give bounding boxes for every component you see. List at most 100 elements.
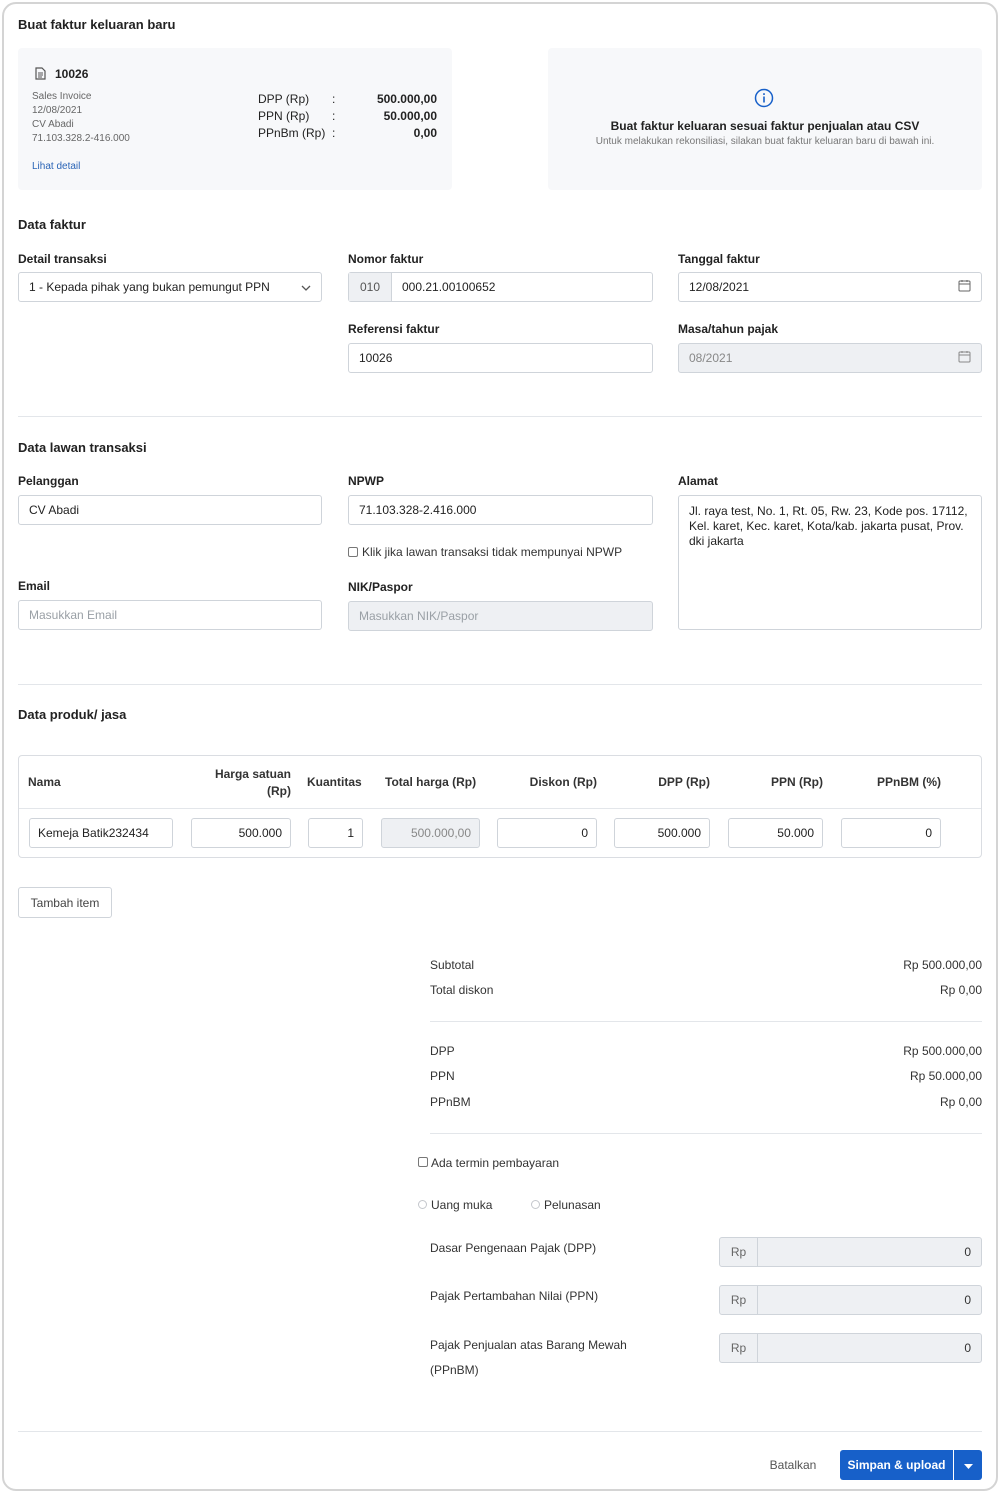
email-input[interactable]: Masukkan Email	[18, 600, 322, 630]
alamat-value: Jl. raya test, No. 1, Rt. 05, Rw. 23, Ko…	[689, 504, 968, 548]
add-item-button[interactable]: Tambah item	[18, 887, 112, 918]
info-icon	[754, 88, 774, 111]
uang-muka-radio[interactable]	[418, 1200, 427, 1209]
masa-pajak-input: 08/2021	[678, 343, 982, 373]
termin-ppn-label: Pajak Pertambahan Nilai (PPN)	[430, 1289, 599, 1303]
npwp-input[interactable]: 71.103.328-2.416.000	[348, 495, 653, 525]
col-ppnbm: PPnBM (%)	[877, 775, 941, 789]
col-total: Total harga (Rp)	[385, 775, 477, 789]
data-faktur-heading: Data faktur	[18, 217, 86, 232]
termin-ppnbm-input: Rp 0	[719, 1333, 982, 1363]
calendar-icon[interactable]	[958, 279, 971, 295]
ppnbm-label: PPnBm (Rp)	[258, 126, 326, 140]
referensi-faktur-value: 10026	[359, 351, 393, 365]
pelunasan-label[interactable]: Pelunasan	[544, 1198, 601, 1212]
calendar-icon	[958, 350, 971, 366]
pelanggan-input[interactable]: CV Abadi	[18, 495, 322, 525]
ppn-label: PPN (Rp)	[258, 109, 310, 123]
pelanggan-value: CV Abadi	[29, 503, 80, 517]
invoice-customer: CV Abadi	[32, 119, 74, 130]
footer-divider	[18, 1431, 982, 1432]
ppn-value: 50.000,00	[383, 109, 437, 123]
total-diskon-value: Rp 0,00	[939, 983, 982, 997]
email-placeholder: Masukkan Email	[29, 608, 118, 622]
sum-dpp-value: Rp 500.000,00	[903, 1044, 982, 1058]
nomor-faktur-input[interactable]: 010 000.21.00100652	[348, 272, 653, 302]
invoice-npwp: 71.103.328.2-416.000	[32, 133, 130, 144]
sum-ppnbm-value: Rp 0,00	[939, 1095, 982, 1109]
divider	[18, 416, 982, 417]
email-label: Email	[18, 579, 51, 593]
item-ppn-input[interactable]: 50.000	[728, 818, 823, 848]
divider	[430, 1021, 982, 1022]
referensi-faktur-input[interactable]: 10026	[348, 343, 653, 373]
item-kuantitas-input[interactable]: 1	[308, 818, 363, 848]
pelanggan-label: Pelanggan	[18, 474, 79, 488]
document-icon	[35, 67, 46, 83]
nik-placeholder: Masukkan NIK/Paspor	[359, 609, 479, 623]
termin-dpp-value: 0	[964, 1245, 971, 1259]
col-harga-line1: Harga satuan	[214, 767, 291, 781]
invoice-type: Sales Invoice	[32, 91, 92, 102]
save-upload-button[interactable]: Simpan & upload	[840, 1450, 953, 1480]
rp-prefix: Rp	[720, 1286, 758, 1314]
item-diskon-input[interactable]: 0	[497, 818, 597, 848]
termin-ppn-value: 0	[964, 1293, 971, 1307]
divider	[430, 1133, 982, 1134]
divider	[18, 684, 982, 685]
no-npwp-checkbox[interactable]	[348, 547, 358, 557]
item-dpp-input[interactable]: 500.000	[614, 818, 710, 848]
pelunasan-radio[interactable]	[531, 1200, 540, 1209]
uang-muka-label[interactable]: Uang muka	[431, 1198, 492, 1212]
col-dpp: DPP (Rp)	[658, 775, 710, 789]
item-ppnbm-input[interactable]: 0	[841, 818, 941, 848]
table-header-divider	[19, 808, 981, 809]
detail-transaksi-select[interactable]: 1 - Kepada pihak yang bukan pemungut PPN	[18, 272, 322, 302]
subtotal-value: Rp 500.000,00	[903, 958, 982, 972]
tanggal-faktur-value: 12/08/2021	[689, 280, 750, 294]
sum-ppnbm-label: PPnBM	[430, 1095, 471, 1109]
col-kuantitas: Kuantitas	[307, 775, 362, 789]
save-options-dropdown[interactable]	[954, 1450, 982, 1480]
termin-dpp-input: Rp 0	[719, 1237, 982, 1267]
nik-input: Masukkan NIK/Paspor	[348, 601, 653, 631]
npwp-value: 71.103.328-2.416.000	[359, 503, 477, 517]
info-subtitle: Untuk melakukan rekonsiliasi, silakan bu…	[595, 136, 935, 147]
sum-ppn-label: PPN	[430, 1069, 455, 1083]
tanggal-faktur-input[interactable]: 12/08/2021	[678, 272, 982, 302]
info-card: Buat faktur keluaran sesuai faktur penju…	[548, 48, 982, 190]
cancel-button[interactable]: Batalkan	[755, 1458, 831, 1472]
masa-pajak-value: 08/2021	[689, 351, 733, 365]
chevron-down-icon	[301, 280, 311, 294]
col-nama: Nama	[28, 775, 61, 789]
invoice-number: 10026	[55, 67, 89, 81]
termin-ppnbm-label-line1: Pajak Penjualan atas Barang Mewah	[430, 1338, 627, 1352]
caret-down-icon	[963, 1458, 973, 1472]
termin-checkbox[interactable]	[418, 1157, 428, 1167]
info-title: Buat faktur keluaran sesuai faktur penju…	[610, 119, 920, 133]
termin-ppn-input: Rp 0	[719, 1285, 982, 1315]
produk-heading: Data produk/ jasa	[18, 707, 127, 722]
total-diskon-label: Total diskon	[430, 983, 494, 997]
lawan-heading: Data lawan transaksi	[18, 440, 147, 455]
col-harga-line2: (Rp)	[267, 784, 291, 798]
dpp-value: 500.000,00	[376, 92, 437, 106]
tanggal-faktur-label: Tanggal faktur	[678, 252, 760, 266]
no-npwp-checkbox-label[interactable]: Klik jika lawan transaksi tidak mempunya…	[362, 545, 622, 559]
alamat-textarea[interactable]: Jl. raya test, No. 1, Rt. 05, Rw. 23, Ko…	[678, 495, 982, 630]
termin-checkbox-label[interactable]: Ada termin pembayaran	[431, 1156, 559, 1170]
referensi-faktur-label: Referensi faktur	[348, 322, 440, 336]
dpp-label: DPP (Rp)	[258, 92, 310, 106]
npwp-label: NPWP	[348, 474, 384, 488]
produk-table: Nama Harga satuan (Rp) Kuantitas Total h…	[18, 755, 982, 858]
col-ppn: PPN (Rp)	[771, 775, 823, 789]
item-harga-input[interactable]: 500.000	[191, 818, 291, 848]
page-frame	[2, 2, 998, 1491]
item-nama-input[interactable]: Kemeja Batik232434	[29, 818, 173, 848]
col-diskon: Diskon (Rp)	[529, 775, 597, 789]
masa-pajak-label: Masa/tahun pajak	[678, 322, 779, 336]
item-total-field: 500.000,00	[381, 818, 480, 848]
detail-transaksi-label: Detail transaksi	[18, 252, 107, 266]
detail-link[interactable]: Lihat detail	[32, 161, 80, 172]
detail-transaksi-value: 1 - Kepada pihak yang bukan pemungut PPN	[29, 280, 270, 294]
